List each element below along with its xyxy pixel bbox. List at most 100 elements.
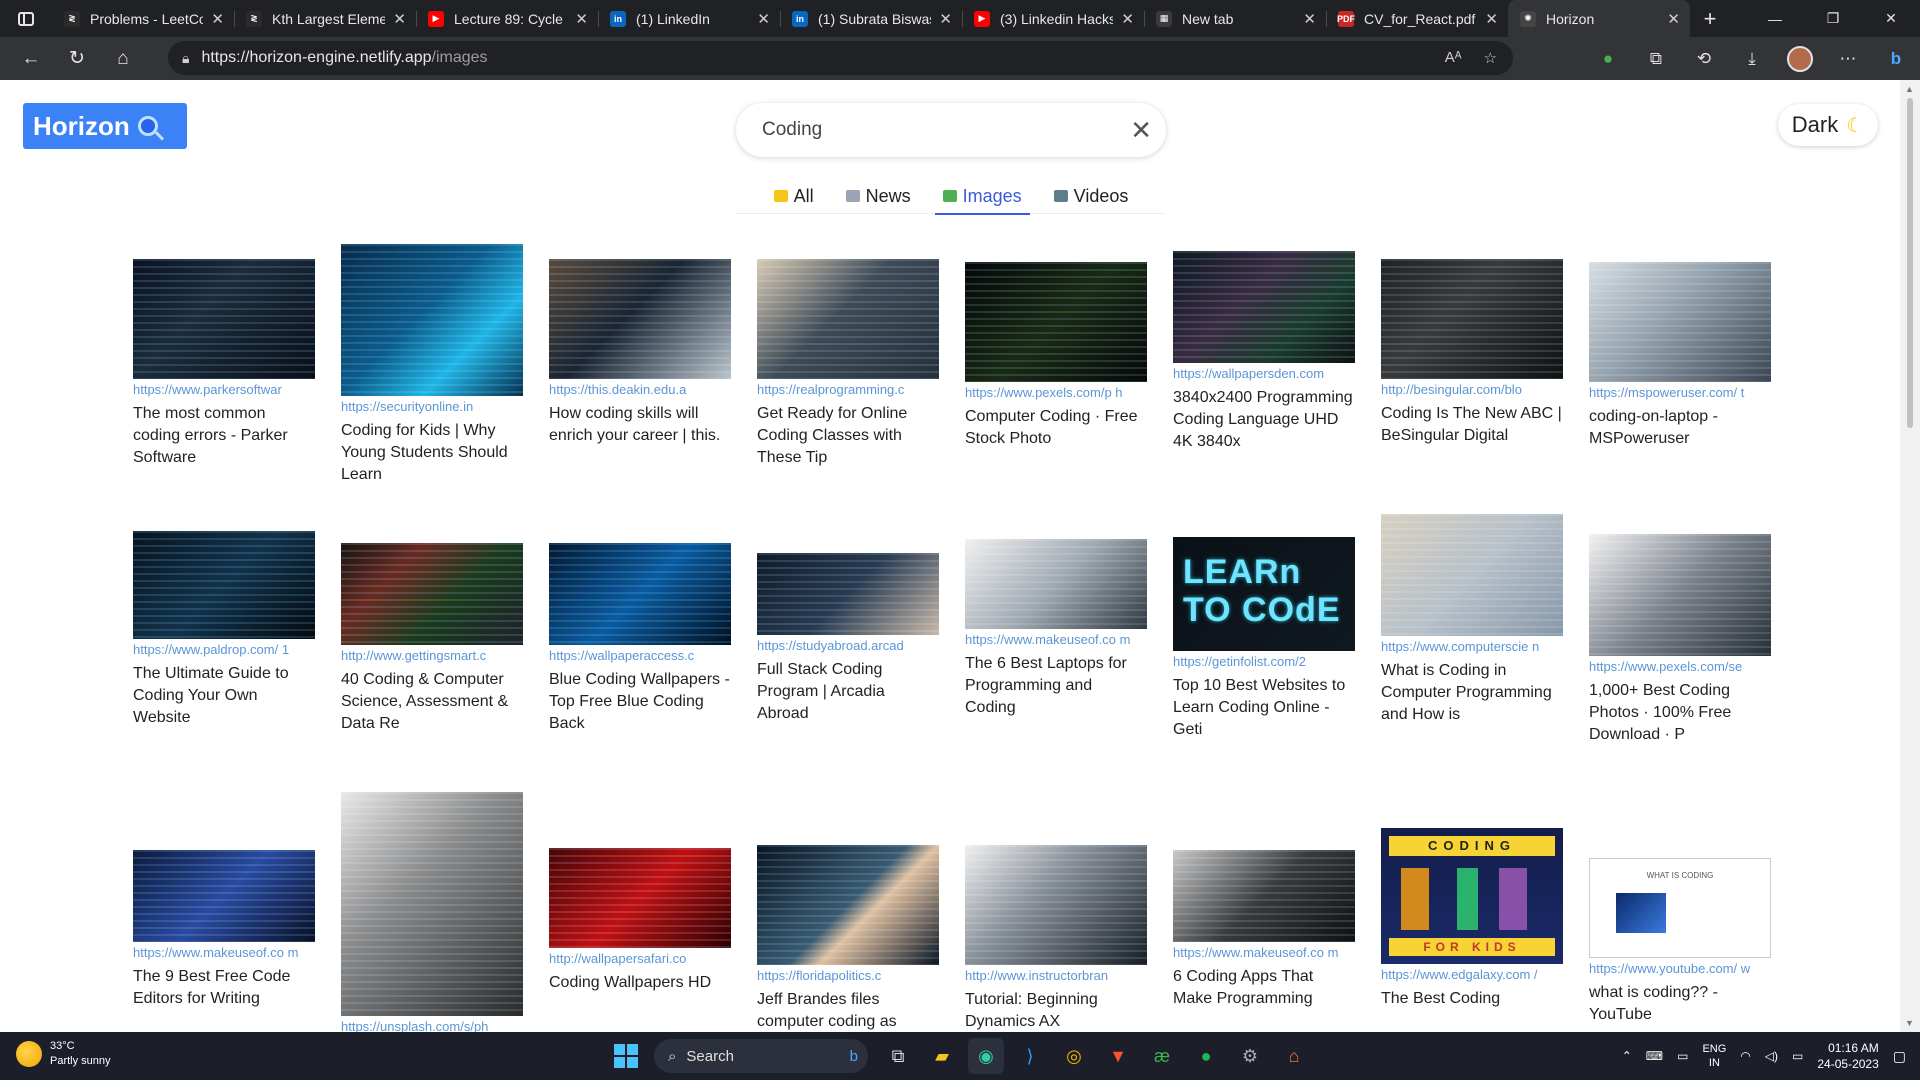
page-scrollbar[interactable]: ▲ ▼ [1900, 80, 1920, 1032]
result-title[interactable]: Blue Coding Wallpapers - Top Free Blue C… [549, 669, 731, 735]
green-app-icon[interactable]: æ [1144, 1038, 1180, 1074]
task-view-icon[interactable]: ⧉ [880, 1038, 916, 1074]
weather-widget[interactable]: 33°C Partly sunny [16, 1039, 111, 1069]
image-result-card[interactable]: https://wallpapersden.com 3840x2400 Progr… [1173, 251, 1355, 453]
close-tab-icon[interactable]: ✕ [393, 10, 406, 28]
result-source-link[interactable]: https://www.parkersoftwar [133, 381, 315, 399]
scrollbar-thumb[interactable] [1907, 98, 1913, 428]
image-result-card[interactable]: https://www.pexels.com/se 1,000+ Best Cod… [1589, 534, 1771, 746]
maximize-button[interactable]: ❐ [1804, 0, 1862, 37]
result-image[interactable] [341, 543, 523, 645]
image-result-card[interactable]: http://wallpapersafari.co Coding Wallpape… [549, 848, 731, 994]
history-icon[interactable]: ⟲ [1680, 49, 1728, 69]
result-image[interactable] [965, 845, 1147, 965]
result-image[interactable] [1173, 850, 1355, 942]
result-source-link[interactable]: https://www.makeuseof.co m [965, 631, 1147, 649]
close-tab-icon[interactable]: ✕ [1121, 10, 1134, 28]
result-image[interactable] [133, 850, 315, 942]
image-result-card[interactable]: http://www.instructorbran Tutorial: Begin… [965, 845, 1147, 1032]
back-button[interactable]: ← [8, 37, 54, 80]
downloads-icon[interactable]: ⤓ [1728, 49, 1776, 69]
result-source-link[interactable]: https://www.makeuseof.co m [1173, 944, 1355, 962]
result-source-link[interactable]: https://www.pexels.com/se [1589, 658, 1771, 676]
volume-icon[interactable]: ◁) [1765, 1049, 1778, 1063]
result-title[interactable]: Jeff Brandes files computer coding as [757, 989, 939, 1032]
chrome-icon[interactable]: ◎ [1056, 1038, 1092, 1074]
result-source-link[interactable]: https://www.paldrop.com/ 1 [133, 641, 315, 659]
display-icon[interactable]: ▭ [1677, 1049, 1688, 1063]
image-result-card[interactable]: https://www.pexels.com/p h Computer Codin… [965, 262, 1147, 450]
image-result-card[interactable]: https://floridapolitics.c Jeff Brandes fi… [757, 845, 939, 1032]
image-result-card[interactable]: LEARn TO COdE https://getinfolist.com/2 To… [1173, 537, 1355, 741]
browser-tab[interactable]: in (1) Subrata Biswas ✕ [780, 0, 962, 37]
browser-tab[interactable]: ≷ Kth Largest Element ✕ [234, 0, 416, 37]
show-hidden-icons[interactable]: ⌃ [1622, 1049, 1632, 1063]
keyboard-icon[interactable]: ⌨ [1646, 1049, 1663, 1063]
result-source-link[interactable]: https://realprogramming.c [757, 381, 939, 399]
home-button[interactable]: ⌂ [100, 37, 146, 80]
result-source-link[interactable]: https://mspoweruser.com/ t [1589, 384, 1771, 402]
result-source-link[interactable]: http://wallpapersafari.co [549, 950, 731, 968]
result-image[interactable] [757, 845, 939, 965]
close-tab-icon[interactable]: ✕ [939, 10, 952, 28]
browser-tab[interactable]: ▶ (3) Linkedin Hacks ✕ [962, 0, 1144, 37]
result-image[interactable] [1381, 259, 1563, 379]
result-title[interactable]: Coding Is The New ABC | BeSingular Digit… [1381, 403, 1563, 447]
result-source-link[interactable]: https://floridapolitics.c [757, 967, 939, 985]
more-menu-icon[interactable]: ⋯ [1824, 49, 1872, 69]
result-source-link[interactable]: https://wallpapersden.com [1173, 365, 1355, 383]
image-result-card[interactable]: https://www.paldrop.com/ 1 The Ultimate G… [133, 531, 315, 729]
tab-actions-button[interactable] [0, 0, 52, 37]
image-result-card[interactable]: CODING FOR KIDS https://www.edgalaxy.com /… [1381, 828, 1563, 1010]
profile-avatar[interactable] [1776, 45, 1824, 72]
result-image[interactable]: CODING FOR KIDS [1381, 828, 1563, 964]
result-title[interactable]: What is Coding in Computer Programming a… [1381, 660, 1563, 726]
result-source-link[interactable]: http://besingular.com/blo [1381, 381, 1563, 399]
browser-tab[interactable]: ≷ Problems - LeetCode ✕ [52, 0, 234, 37]
result-image[interactable] [133, 259, 315, 379]
close-tab-icon[interactable]: ✕ [211, 10, 224, 28]
result-image[interactable] [341, 244, 523, 396]
taskbar-search[interactable]: ⌕ Search b [654, 1039, 868, 1073]
image-result-card[interactable]: https://wallpaperaccess.c Blue Coding Wal… [549, 543, 731, 735]
result-image[interactable] [1589, 262, 1771, 382]
image-result-card[interactable]: http://besingular.com/blo Coding Is The N… [1381, 259, 1563, 447]
image-result-card[interactable]: https://mspoweruser.com/ t coding-on-lapt… [1589, 262, 1771, 450]
battery-icon[interactable]: ▭ [1792, 1049, 1803, 1063]
image-result-card[interactable]: https://www.computerscie n What is Coding… [1381, 514, 1563, 726]
image-result-card[interactable]: https://realprogramming.c Get Ready for O… [757, 259, 939, 469]
result-title[interactable]: Get Ready for Online Coding Classes with… [757, 403, 939, 469]
new-tab-button[interactable]: + [1690, 6, 1730, 32]
close-window-button[interactable]: ✕ [1862, 0, 1920, 37]
result-source-link[interactable]: https://studyabroad.arcad [757, 637, 939, 655]
orange-app-icon[interactable]: ⌂ [1276, 1038, 1312, 1074]
result-title[interactable]: coding-on-laptop - MSPoweruser [1589, 406, 1771, 450]
browser-tab[interactable]: ✺ Horizon ✕ [1508, 0, 1690, 37]
result-title[interactable]: Tutorial: Beginning Dynamics AX [965, 989, 1147, 1032]
result-image[interactable] [549, 543, 731, 645]
result-image[interactable] [1381, 514, 1563, 636]
refresh-button[interactable]: ↻ [54, 37, 100, 80]
result-source-link[interactable]: http://www.instructorbran [965, 967, 1147, 985]
bing-copilot-icon[interactable]: b [1872, 49, 1920, 69]
result-source-link[interactable]: https://www.makeuseof.co m [133, 944, 315, 962]
result-image[interactable]: LEARn TO COdE [1173, 537, 1355, 651]
result-title[interactable]: The Best Coding [1381, 988, 1563, 1010]
result-title[interactable]: The most common coding errors - Parker S… [133, 403, 315, 469]
image-result-card[interactable]: https://www.parkersoftwar The most common… [133, 259, 315, 469]
address-bar[interactable]: 🔒︎ https://horizon-engine.netlify.app/im… [168, 41, 1513, 75]
image-result-card[interactable]: https://unsplash.com/s/ph [341, 792, 523, 1032]
result-title[interactable]: what is coding?? - YouTube [1589, 982, 1771, 1026]
result-image[interactable]: WHAT IS CODING [1589, 858, 1771, 958]
extension-green-icon[interactable]: ● [1584, 49, 1632, 69]
result-source-link[interactable]: https://www.edgalaxy.com / [1381, 966, 1563, 984]
image-result-card[interactable]: http://www.gettingsmart.c 40 Coding & Com… [341, 543, 523, 735]
image-result-card[interactable]: https://www.makeuseof.co m The 9 Best Fre… [133, 850, 315, 1010]
result-image[interactable] [341, 792, 523, 1016]
image-result-card[interactable]: https://www.makeuseof.co m 6 Coding Apps … [1173, 850, 1355, 1010]
result-image[interactable] [1589, 534, 1771, 656]
notification-icon[interactable]: ▢ [1893, 1048, 1906, 1065]
result-title[interactable]: Full Stack Coding Program | Arcadia Abro… [757, 659, 939, 725]
scroll-down-icon[interactable]: ▼ [1905, 1018, 1914, 1028]
close-tab-icon[interactable]: ✕ [1667, 10, 1680, 28]
